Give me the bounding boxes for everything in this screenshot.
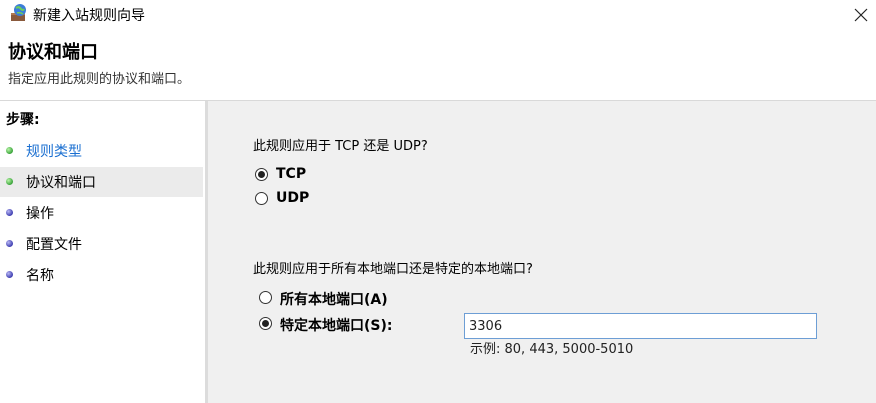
step-current-icon	[6, 178, 13, 185]
radio-button[interactable]	[255, 192, 268, 205]
firewall-wizard-icon	[9, 3, 29, 23]
radio-label[interactable]: 所有本地端口(A)	[280, 289, 388, 309]
port-question: 此规则应用于所有本地端口还是特定的本地端口?	[253, 262, 533, 277]
step-protocol-ports: 协议和端口	[0, 167, 203, 197]
step-label: 操作	[26, 206, 54, 222]
step-label: 名称	[26, 268, 54, 284]
step-pending-icon	[6, 240, 13, 247]
radio-button[interactable]	[259, 317, 272, 330]
step-action: 操作	[0, 198, 203, 228]
panel-separator	[205, 101, 208, 403]
step-rule-type[interactable]: 规则类型	[0, 136, 203, 166]
title-bar: 新建入站规则向导	[0, 0, 876, 30]
window-title: 新建入站规则向导	[33, 8, 145, 24]
step-complete-icon	[6, 147, 13, 154]
specific-ports-input[interactable]	[464, 313, 817, 339]
radio-label[interactable]: 特定本地端口(S):	[280, 315, 392, 335]
close-button[interactable]	[846, 0, 876, 30]
steps-sidebar: 步骤: 规则类型 协议和端口 操作 配置文件 名称	[0, 101, 205, 403]
step-label[interactable]: 规则类型	[26, 141, 82, 161]
step-name: 名称	[0, 260, 203, 290]
protocol-question: 此规则应用于 TCP 还是 UDP?	[253, 139, 428, 154]
radio-button[interactable]	[259, 291, 272, 304]
step-pending-icon	[6, 209, 13, 216]
page-title: 协议和端口	[8, 42, 98, 63]
port-example-hint: 示例: 80, 443, 5000-5010	[470, 342, 634, 357]
close-icon	[854, 8, 868, 22]
step-pending-icon	[6, 271, 13, 278]
radio-button[interactable]	[255, 168, 268, 181]
step-label: 配置文件	[26, 237, 82, 253]
step-profile: 配置文件	[0, 229, 203, 259]
wizard-content: 此规则应用于 TCP 还是 UDP? TCP UDP 此规则应用于所有本地端口还…	[205, 101, 876, 403]
steps-heading: 步骤:	[6, 112, 40, 128]
page-subtitle: 指定应用此规则的协议和端口。	[8, 72, 191, 87]
wizard-header: 协议和端口 指定应用此规则的协议和端口。	[0, 30, 876, 100]
step-label: 协议和端口	[26, 175, 96, 191]
radio-label[interactable]: UDP	[276, 190, 309, 206]
radio-label[interactable]: TCP	[276, 166, 306, 182]
